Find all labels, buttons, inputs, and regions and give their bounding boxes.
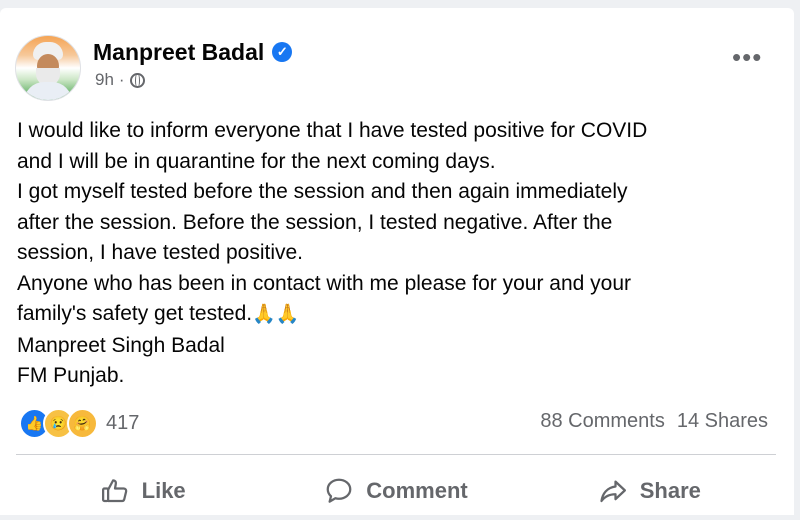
comment-bubble-icon — [324, 476, 354, 506]
like-button[interactable]: Like — [16, 462, 269, 520]
post-card: Manpreet Badal ✓ 9h · ••• I would like t… — [0, 8, 794, 515]
post-meta: 9h · — [95, 70, 145, 90]
more-options-icon[interactable]: ••• — [732, 44, 762, 70]
like-button-label: Like — [141, 478, 186, 503]
shares-count[interactable]: 14 Shares — [677, 410, 768, 433]
reactions-summary[interactable]: 👍 😢 🤗 417 — [19, 408, 139, 439]
avatar-shirt — [24, 82, 72, 100]
post-text-line: session, I have tested positive. — [17, 241, 303, 264]
care-reaction-icon: 🤗 — [67, 408, 98, 439]
post-text-line: FM Punjab. — [17, 364, 125, 387]
comment-button-label: Comment — [366, 478, 468, 503]
comment-button[interactable]: Comment — [269, 462, 522, 520]
post-time[interactable]: 9h — [95, 70, 114, 90]
author-avatar[interactable] — [15, 35, 81, 101]
share-button-label: Share — [639, 478, 701, 503]
post-text-line: Manpreet Singh Badal — [17, 333, 225, 357]
share-button[interactable]: Share — [523, 462, 776, 520]
post-text-line: I would like to inform everyone that I h… — [17, 119, 648, 142]
author-name[interactable]: Manpreet Badal — [93, 39, 264, 66]
post-stats: 88 Comments 14 Shares — [540, 410, 768, 433]
divider — [16, 454, 776, 455]
post-text: I would like to inform everyone that I h… — [17, 116, 787, 392]
post-text-line: and I will be in quarantine for the next… — [17, 149, 496, 173]
author-row: Manpreet Badal ✓ — [93, 38, 293, 66]
reaction-count[interactable]: 417 — [106, 412, 139, 435]
share-arrow-icon — [598, 476, 628, 506]
action-bar: Like Comment Share — [16, 462, 776, 520]
globe-icon — [129, 72, 145, 88]
thumbs-up-icon — [100, 476, 130, 506]
post-text-line: Anyone who has been in contact with me p… — [17, 271, 632, 295]
post-text-line-with-emoji: family's safety get tested.🙏🙏 — [17, 299, 787, 331]
verified-check-icon: ✓ — [272, 42, 293, 62]
post-text-line: after the session. Before the session, I… — [17, 210, 613, 234]
post-text-line: family's safety get tested. — [17, 302, 253, 325]
post-text-line: I got myself tested before the session a… — [17, 180, 628, 203]
meta-separator: · — [118, 70, 125, 89]
folded-hands-icon: 🙏🙏 — [252, 304, 300, 325]
comments-count[interactable]: 88 Comments — [540, 410, 665, 433]
